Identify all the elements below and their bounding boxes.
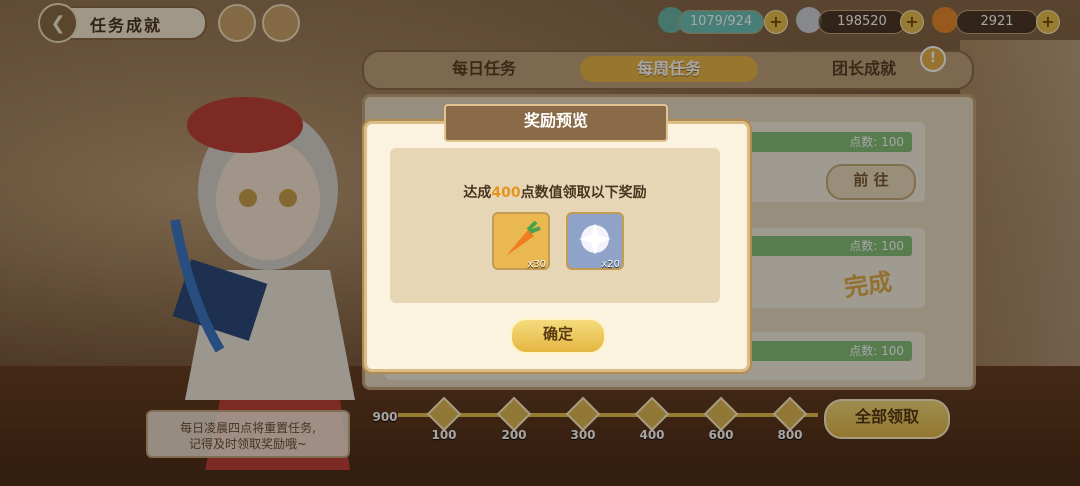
msg-suffix: 点数值领取以下奖励 (520, 185, 647, 201)
msg-highlight: 400 (491, 185, 521, 201)
modal-message: 达成400点数值领取以下奖励 (390, 182, 720, 202)
msg-prefix: 达成 (463, 185, 492, 201)
crystal-reward-icon[interactable]: x20 (566, 212, 624, 270)
reward-count: x20 (601, 259, 620, 270)
carrot-reward-icon[interactable]: x30 (492, 212, 550, 270)
reward-count: x30 (527, 259, 546, 270)
modal-title: 奖励预览 (444, 104, 668, 142)
modal-content-panel (390, 148, 720, 303)
confirm-button[interactable]: 确定 (510, 318, 606, 354)
